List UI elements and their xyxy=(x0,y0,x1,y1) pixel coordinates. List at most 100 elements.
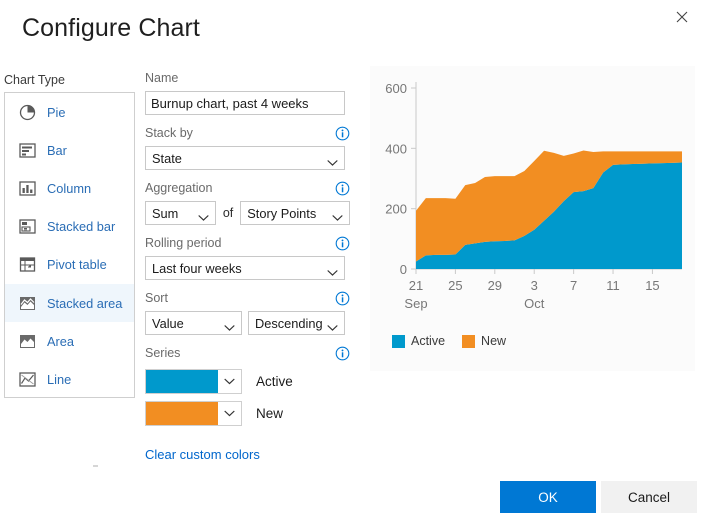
legend-swatch-new xyxy=(462,334,476,348)
series-label: Series xyxy=(145,345,350,362)
dialog-title: Configure Chart xyxy=(22,14,200,42)
chart-type-item-pie[interactable]: Pie xyxy=(5,93,134,131)
sort-by-select[interactable]: Value xyxy=(145,311,242,335)
svg-text:200: 200 xyxy=(385,202,407,217)
chart-legend: Active New xyxy=(392,334,506,348)
legend-item-active: Active xyxy=(392,334,445,348)
aggregation-of-label: of xyxy=(222,206,234,220)
chart-type-label-stacked-bar: Stacked bar xyxy=(47,219,116,235)
info-icon[interactable] xyxy=(335,291,350,306)
legend-label-new: New xyxy=(481,334,507,348)
chevron-down-icon xyxy=(198,210,209,221)
aggregation-label: Aggregation xyxy=(145,180,350,197)
chevron-down-icon xyxy=(218,410,241,417)
svg-text:7: 7 xyxy=(570,278,577,293)
chart-type-label-pivot-table: Pivot table xyxy=(47,257,107,273)
stack-by-select[interactable]: State xyxy=(145,146,345,170)
chevron-down-icon xyxy=(327,320,338,331)
svg-text:0: 0 xyxy=(400,262,407,277)
chart-type-item-pivot-table[interactable]: Pivot table xyxy=(5,246,134,284)
series-name-new: New xyxy=(256,406,284,421)
aggregation-field-select[interactable]: Story Points xyxy=(240,201,350,225)
rolling-period-select[interactable]: Last four weeks xyxy=(145,256,345,280)
aggregation-row: Sum of Story Points xyxy=(145,201,350,225)
svg-text:Sep: Sep xyxy=(404,296,427,311)
chart-type-list: Pie Bar Column Stacked bar Pivot table S… xyxy=(4,92,135,398)
info-icon[interactable] xyxy=(335,181,350,196)
rolling-period-value: Last four weeks xyxy=(152,260,242,276)
area-chart-icon xyxy=(19,333,36,350)
stacked-bar-chart-icon xyxy=(19,218,36,235)
name-input[interactable] xyxy=(145,91,345,115)
legend-label-active: Active xyxy=(411,334,446,348)
stack-by-label: Stack by xyxy=(145,125,350,142)
series-row-active: Active xyxy=(145,369,350,394)
sort-direction-value: Descending xyxy=(255,315,323,331)
chart-type-item-line[interactable]: Line xyxy=(5,360,134,397)
svg-text:3: 3 xyxy=(531,278,538,293)
name-field-label: Name xyxy=(145,71,179,85)
rolling-period-label: Rolling period xyxy=(145,235,350,252)
clear-custom-colors-link[interactable]: Clear custom colors xyxy=(145,447,260,462)
chart-type-item-stacked-area[interactable]: Stacked area xyxy=(5,283,134,323)
bar-chart-icon xyxy=(19,142,36,159)
svg-text:29: 29 xyxy=(488,278,502,293)
svg-text:11: 11 xyxy=(606,278,620,293)
svg-text:600: 600 xyxy=(385,81,407,96)
info-icon[interactable] xyxy=(335,236,350,251)
series-color-picker-active[interactable] xyxy=(145,369,242,394)
stack-by-value: State xyxy=(152,150,182,166)
info-icon[interactable] xyxy=(335,126,350,141)
info-icon[interactable] xyxy=(335,346,350,361)
dialog-footer: OK Cancel xyxy=(0,468,701,530)
series-row-new: New xyxy=(145,401,350,426)
sort-row: Value Descending xyxy=(145,311,350,335)
svg-text:400: 400 xyxy=(385,141,407,156)
chart-type-label-line: Line xyxy=(47,371,72,387)
cancel-button[interactable]: Cancel xyxy=(601,481,697,513)
chart-type-label: Chart Type xyxy=(4,73,65,87)
sort-by-value: Value xyxy=(152,315,184,331)
stacked-area-chart: 0 200 400 600 21 25 29 3 7 11 15 Sep Oct xyxy=(385,81,682,311)
chevron-down-icon xyxy=(327,155,338,166)
pie-chart-icon xyxy=(19,104,36,121)
chevron-down-icon xyxy=(327,265,338,276)
svg-text:21: 21 xyxy=(409,278,423,293)
chart-type-item-stacked-bar[interactable]: Stacked bar xyxy=(5,208,134,246)
chart-type-label-column: Column xyxy=(47,180,92,196)
pivot-table-icon xyxy=(19,256,36,273)
chevron-down-icon xyxy=(218,378,241,385)
resize-grip[interactable] xyxy=(93,465,98,467)
svg-text:15: 15 xyxy=(645,278,659,293)
stacked-area-chart-icon xyxy=(19,295,36,312)
aggregation-function-value: Sum xyxy=(152,205,179,221)
close-button[interactable] xyxy=(665,2,699,32)
chevron-down-icon xyxy=(332,210,343,221)
aggregation-field-value: Story Points xyxy=(247,205,317,221)
series-color-swatch-active xyxy=(146,370,218,393)
svg-text:25: 25 xyxy=(448,278,462,293)
series-name-active: Active xyxy=(256,374,293,389)
series-color-picker-new[interactable] xyxy=(145,401,242,426)
sort-label: Sort xyxy=(145,290,350,307)
sort-direction-select[interactable]: Descending xyxy=(248,311,345,335)
chart-type-label-pie: Pie xyxy=(47,104,66,120)
legend-swatch-active xyxy=(392,334,405,348)
legend-item-new: New xyxy=(462,334,506,348)
svg-text:Oct: Oct xyxy=(524,296,545,311)
series-color-swatch-new xyxy=(146,402,218,425)
aggregation-function-select[interactable]: Sum xyxy=(145,201,216,225)
close-icon xyxy=(676,11,688,23)
chart-preview: 0 200 400 600 21 25 29 3 7 11 15 Sep Oct Active New xyxy=(370,66,695,371)
column-chart-icon xyxy=(19,180,36,197)
ok-button[interactable]: OK xyxy=(500,481,596,513)
line-chart-icon xyxy=(19,371,36,388)
chart-type-item-bar[interactable]: Bar xyxy=(5,131,134,169)
chart-settings-form: Name Stack by State Aggregation Sum xyxy=(145,70,350,464)
chart-type-item-column[interactable]: Column xyxy=(5,169,134,207)
chart-type-label-area: Area xyxy=(47,333,75,349)
configure-chart-dialog: Configure Chart Chart Type Pie Bar Colum… xyxy=(0,0,701,530)
chart-type-item-area[interactable]: Area xyxy=(5,322,134,360)
chart-type-label-bar: Bar xyxy=(47,142,67,158)
chart-type-label-stacked-area: Stacked area xyxy=(47,295,123,311)
